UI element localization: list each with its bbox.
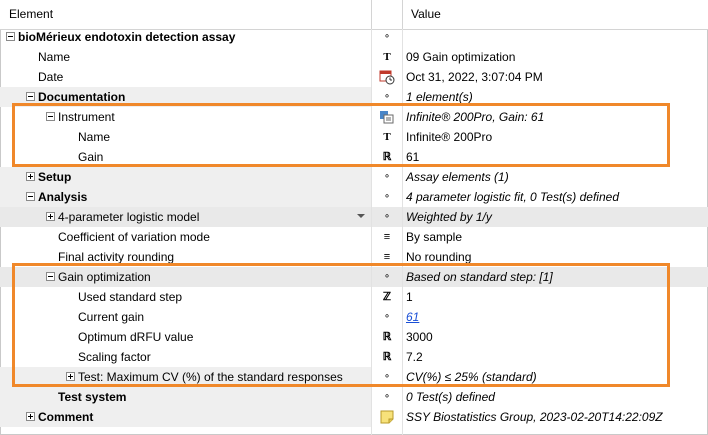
- collapse-toggle[interactable]: [26, 192, 35, 201]
- expand-toggle[interactable]: [26, 172, 35, 181]
- instrument-highlight-box: [12, 103, 670, 167]
- row-value: 0 Test(s) defined: [406, 390, 495, 404]
- row-value: Assay elements (1): [406, 170, 509, 184]
- circle-icon: ∘: [383, 391, 391, 402]
- text-type-icon: T: [383, 51, 391, 63]
- row-value: SSY Biostatistics Group, 2023-02-20T14:2…: [406, 410, 663, 424]
- circle-icon: ∘: [383, 191, 391, 202]
- row-label: Name: [38, 50, 71, 64]
- collapse-toggle[interactable]: [6, 32, 15, 41]
- dropdown-arrow-icon[interactable]: [357, 214, 365, 218]
- row-value: Weighted by 1/y: [406, 210, 492, 224]
- tree-row-name[interactable]: Name T 09 Gain optimization: [0, 47, 708, 67]
- row-value: 09 Gain optimization: [406, 50, 516, 64]
- grid-header: Element Value: [0, 0, 708, 30]
- circle-icon: ∘: [383, 211, 391, 222]
- collapse-toggle[interactable]: [26, 92, 35, 101]
- row-label: Setup: [38, 170, 72, 184]
- row-value: By sample: [406, 230, 463, 244]
- element-column-header[interactable]: Element: [0, 0, 53, 29]
- column-separator[interactable]: [371, 0, 372, 29]
- row-label: Date: [38, 70, 64, 84]
- gain-optimization-highlight-box: [12, 263, 670, 387]
- tree-row-logistic-model[interactable]: 4-parameter logistic model ∘ Weighted by…: [0, 207, 708, 227]
- tree-row-setup[interactable]: Setup ∘ Assay elements (1): [0, 167, 708, 187]
- note-icon: [379, 409, 395, 425]
- row-value: 4 parameter logistic fit, 0 Test(s) defi…: [406, 190, 619, 204]
- row-value: Oct 31, 2022, 3:07:04 PM: [406, 70, 543, 84]
- circle-icon: ∘: [383, 171, 391, 182]
- tree-row-assay[interactable]: bioMérieux endotoxin detection assay ∘: [0, 27, 708, 47]
- tree-row-comment[interactable]: Comment SSY Biostatistics Group, 2023-02…: [0, 407, 708, 427]
- list-icon: ≡: [383, 231, 391, 243]
- tree-row-test-system[interactable]: Test system ∘ 0 Test(s) defined: [0, 387, 708, 407]
- row-label: 4-parameter logistic model: [58, 210, 200, 224]
- circle-icon: ∘: [383, 31, 391, 42]
- calendar-clock-icon: [379, 69, 395, 85]
- row-label: Comment: [38, 410, 94, 424]
- row-label: Test system: [58, 390, 127, 404]
- row-label: Coefficient of variation mode: [58, 230, 210, 244]
- expand-toggle[interactable]: [26, 412, 35, 421]
- expand-toggle[interactable]: [46, 212, 55, 221]
- row-label: bioMérieux endotoxin detection assay: [18, 30, 236, 44]
- value-column-header[interactable]: Value: [402, 0, 441, 29]
- tree-row-cv-mode[interactable]: Coefficient of variation mode ≡ By sampl…: [0, 227, 708, 247]
- tree-row-date[interactable]: Date Oct 31, 2022, 3:07:04 PM: [0, 67, 708, 87]
- row-label: Analysis: [38, 190, 88, 204]
- tree-row-analysis[interactable]: Analysis ∘ 4 parameter logistic fit, 0 T…: [0, 187, 708, 207]
